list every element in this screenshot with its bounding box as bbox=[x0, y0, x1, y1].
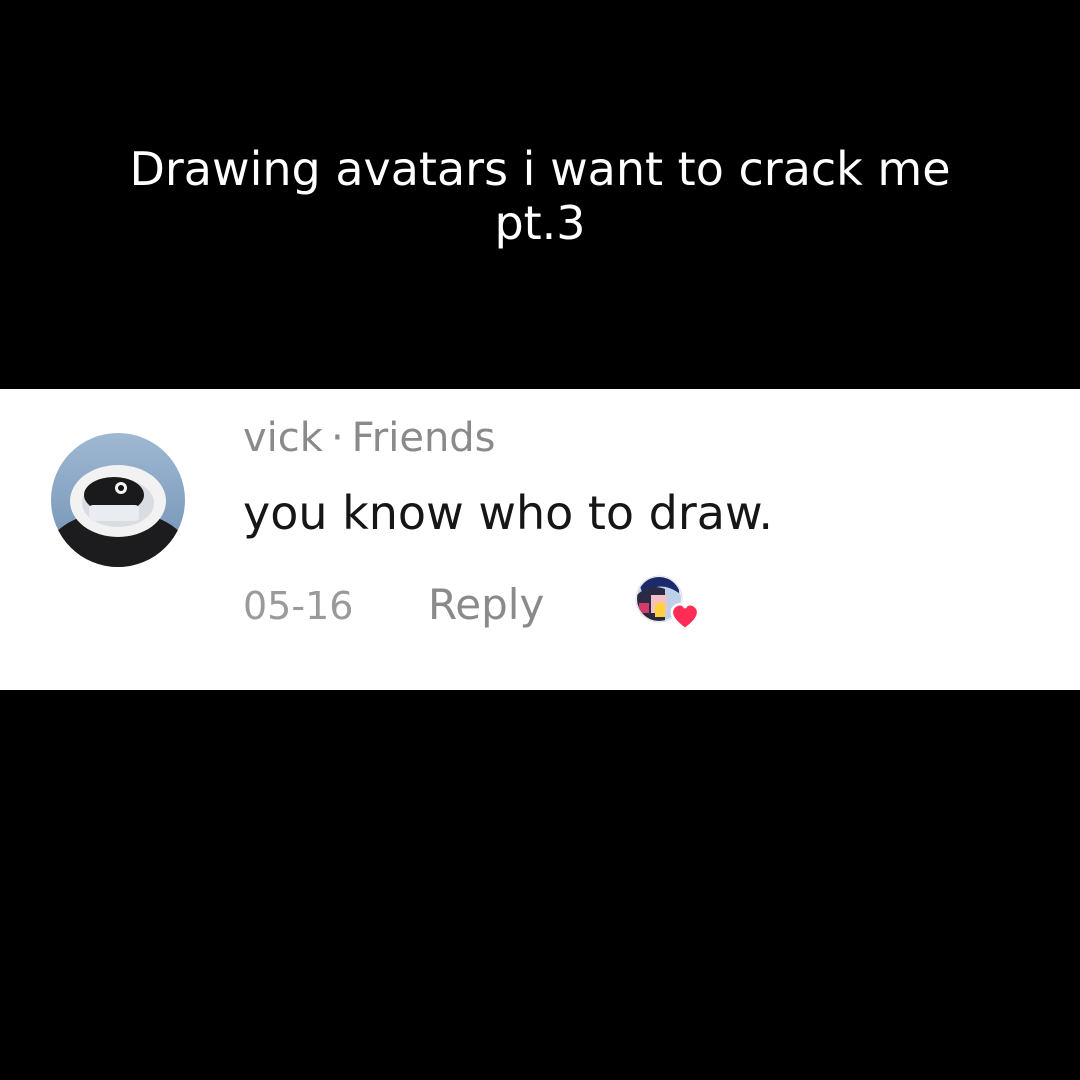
video-caption: Drawing avatars i want to crack me pt.3 bbox=[0, 142, 1080, 250]
separator-dot: · bbox=[330, 415, 344, 461]
caption-line-1: Drawing avatars i want to crack me bbox=[129, 142, 951, 196]
user-avatar-icon[interactable] bbox=[51, 433, 185, 567]
comment-author-line: vick · Friends bbox=[243, 414, 496, 462]
comment-card: vick · Friends you know who to draw. 05-16… bbox=[0, 389, 1080, 690]
reply-button[interactable]: Reply bbox=[428, 581, 544, 629]
liked-by-creator-icon bbox=[635, 573, 707, 635]
friends-badge: Friends bbox=[351, 415, 496, 461]
comment-date: 05-16 bbox=[243, 584, 354, 628]
caption-line-2: pt.3 bbox=[494, 196, 586, 250]
username[interactable]: vick bbox=[243, 415, 323, 461]
comment-text: you know who to draw. bbox=[243, 486, 773, 540]
